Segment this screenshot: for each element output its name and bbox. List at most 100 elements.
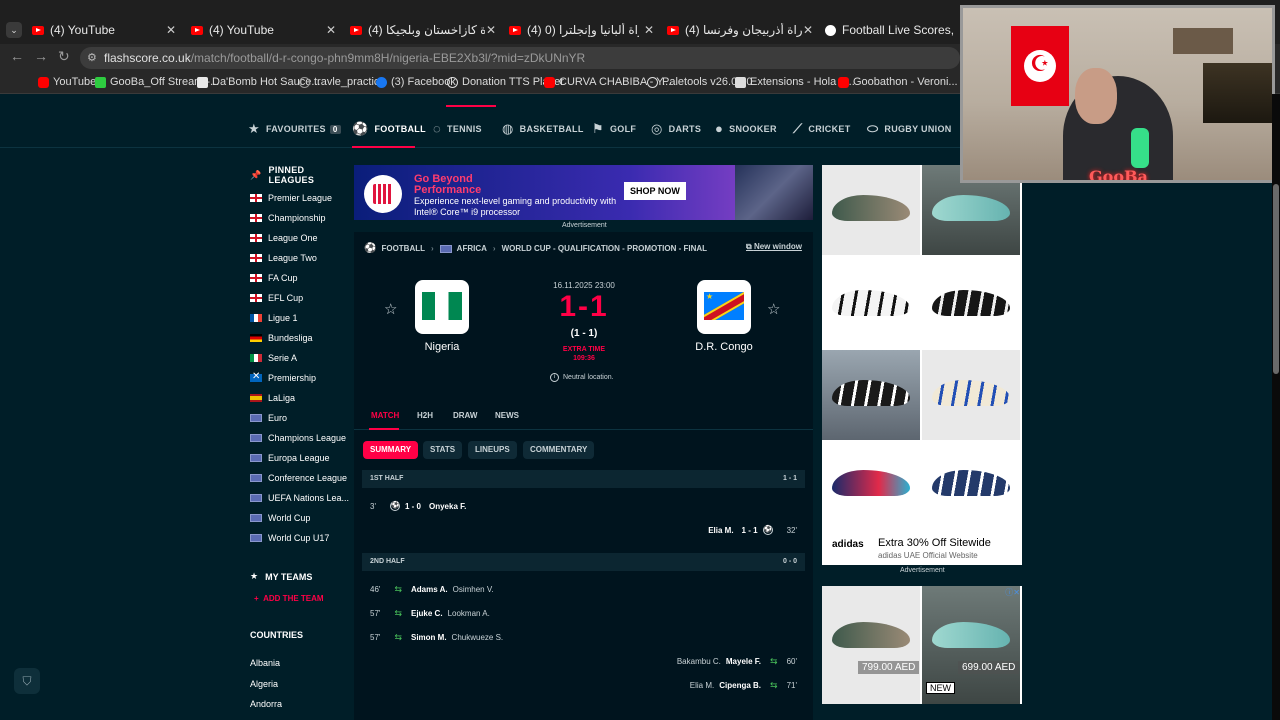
close-tab-icon[interactable]: ✕ (166, 23, 176, 37)
subtab-commentary[interactable]: COMMENTARY (523, 441, 595, 459)
shoe-shape (932, 380, 1010, 406)
intel-ad-banner[interactable]: Go Beyond Performance Experience next-le… (354, 165, 813, 220)
address-bar[interactable]: ⚙ flashscore.co.uk/match/football/d-r-co… (80, 47, 960, 69)
tab-search-icon[interactable]: ⌄ (6, 22, 22, 38)
player-link[interactable]: Chukwueze S. (452, 633, 504, 642)
nav-cricket[interactable]: ⟋ CRICKET (793, 121, 851, 137)
browser-tab[interactable]: (4) YouTube (191, 20, 321, 40)
player-link[interactable]: Osimhen V. (453, 585, 494, 594)
ad-choices-icon[interactable]: ⓘ✕ (1005, 587, 1020, 598)
player-link[interactable]: Elia M. (708, 526, 733, 535)
tab-h2h[interactable]: H2H (417, 411, 433, 420)
breadcrumb-item[interactable]: FOOTBALL (381, 244, 425, 253)
shop-now-button[interactable]: SHOP NOW (624, 182, 686, 200)
pinned-league-item[interactable]: Bundesliga (250, 333, 313, 343)
nav-rugby-union[interactable]: ⬭ RUGBY UNION (867, 121, 952, 137)
nav-favourites[interactable]: ★ FAVOURITES 0 (248, 121, 341, 137)
pinned-league-item[interactable]: Euro (250, 413, 287, 423)
away-team-logo[interactable] (697, 280, 751, 334)
subtab-stats[interactable]: STATS (423, 441, 463, 459)
privacy-shield-icon[interactable]: ⛉ (14, 668, 40, 694)
header-accent-line (446, 105, 496, 107)
bookmark-item[interactable]: YouTube (38, 76, 96, 88)
shoe-image (922, 260, 1020, 350)
new-window-link[interactable]: ⧉ New window (746, 242, 802, 252)
favourite-away-star-icon[interactable]: ☆ (767, 300, 780, 318)
subtab-lineups[interactable]: LINEUPS (468, 441, 517, 459)
pinned-league-item[interactable]: World Cup U17 (250, 533, 329, 543)
close-tab-icon[interactable]: ✕ (803, 23, 813, 37)
extensions-icon (735, 76, 746, 88)
pinned-league-item[interactable]: EFL Cup (250, 293, 303, 303)
country-link[interactable]: Algeria (250, 679, 278, 689)
player-link[interactable]: Lookman A. (448, 609, 490, 618)
league-flag-icon (250, 434, 262, 442)
away-team-name[interactable]: D.R. Congo (664, 341, 784, 353)
close-tab-icon[interactable]: ✕ (326, 23, 336, 37)
player-link[interactable]: Ejuke C. (411, 609, 443, 618)
player-link[interactable]: Mayele F. (726, 657, 761, 666)
pinned-league-item[interactable]: Premiership (250, 371, 316, 383)
home-team-name[interactable]: Nigeria (382, 341, 502, 353)
shoe-shape (832, 380, 910, 406)
site-info-icon[interactable]: ⚙ (87, 51, 97, 64)
bookmark-item[interactable]: (3) Facebook (376, 76, 456, 88)
breadcrumb-separator: › (492, 244, 496, 253)
nav-basketball[interactable]: ◍ BASKETBALL (502, 121, 584, 137)
browser-tab[interactable]: (4) ملخص مباراة أذربيجان وفرنسا (667, 20, 802, 40)
pinned-league-item[interactable]: World Cup (250, 513, 310, 523)
breadcrumb-item[interactable]: WORLD CUP - QUALIFICATION - PROMOTION - … (502, 244, 707, 253)
pinned-league-item[interactable]: League One (250, 233, 318, 243)
pinned-league-item[interactable]: Europa League (250, 453, 330, 463)
pinned-league-item[interactable]: Champions League (250, 433, 346, 443)
browser-tab[interactable]: (4) ملخص مباراة كازاخستان وبلجيكا (350, 20, 485, 40)
country-link[interactable]: Andorra (250, 699, 282, 709)
nav-golf[interactable]: ⚑ GOLF (592, 121, 636, 137)
reload-icon[interactable]: ↻ (58, 48, 70, 65)
player-link[interactable]: Cipenga B. (719, 681, 761, 690)
nav-tennis[interactable]: ◌ TENNIS (433, 121, 482, 136)
pinned-league-item[interactable]: Conference League (250, 473, 347, 483)
player-link[interactable]: Elia M. (690, 681, 714, 690)
advertisement-label: Advertisement (562, 222, 607, 229)
pinned-league-item[interactable]: Premier League (250, 193, 332, 203)
tab-match[interactable]: MATCH (371, 411, 399, 420)
page-scrollbar[interactable] (1272, 94, 1280, 720)
tab-news[interactable]: NEWS (495, 411, 519, 420)
forward-icon[interactable]: → (34, 48, 48, 64)
tab-draw[interactable]: DRAW (453, 411, 477, 420)
bookmark-item[interactable]: travle_practice (299, 76, 386, 88)
pinned-league-item[interactable]: LaLiga (250, 393, 295, 403)
player-link[interactable]: Simon M. (411, 633, 447, 642)
pinned-league-item[interactable]: FA Cup (250, 273, 298, 283)
player-link[interactable]: Onyeka F. (429, 502, 466, 511)
pinned-league-item[interactable]: League Two (250, 253, 317, 263)
player-link[interactable]: Adams A. (411, 585, 448, 594)
favourite-home-star-icon[interactable]: ☆ (384, 300, 397, 318)
close-tab-icon[interactable]: ✕ (486, 23, 496, 37)
add-team-link[interactable]: + ADD THE TEAM (254, 594, 324, 603)
pinned-league-item[interactable]: Championship (250, 213, 326, 223)
pinned-league-item[interactable]: UEFA Nations Lea... (250, 493, 349, 503)
browser-tab[interactable]: (4) ملخص مباراة ألبانيا وإنجلترا (0 (509, 20, 639, 40)
bookmark-item[interactable]: Extensions - Hola V... (735, 76, 855, 88)
adidas-ad[interactable]: NEW adidas Extra 30% Off Sitewide adidas… (822, 165, 1022, 565)
bookmark-item[interactable]: Goobathon - Veroni... (838, 76, 958, 88)
nav-snooker[interactable]: ● SNOOKER (715, 121, 777, 136)
home-team-logo[interactable] (415, 280, 469, 334)
pinned-league-item[interactable]: Serie A (250, 353, 297, 363)
player-link[interactable]: Bakambu C. (677, 657, 721, 666)
browser-tab[interactable]: (4) YouTube (32, 20, 162, 40)
adidas-ad-secondary[interactable]: 799.00 AED 699.00 AED NEW ⓘ✕ (822, 586, 1022, 704)
nav-darts[interactable]: ◎ DARTS (651, 121, 701, 137)
country-link[interactable]: Albania (250, 658, 280, 668)
first-half-header: 1ST HALF 1 - 1 (362, 470, 805, 488)
browser-tab-active[interactable]: Football Live Scores, Latest Football (825, 20, 955, 40)
breadcrumb-item[interactable]: AFRICA (457, 244, 487, 253)
nav-football[interactable]: ⚽ FOOTBALL (352, 121, 426, 137)
scrollbar-thumb[interactable] (1273, 184, 1279, 374)
back-icon[interactable]: ← (10, 48, 24, 64)
pinned-league-item[interactable]: Ligue 1 (250, 313, 298, 323)
close-tab-icon[interactable]: ✕ (644, 23, 654, 37)
subtab-summary[interactable]: SUMMARY (363, 441, 419, 459)
